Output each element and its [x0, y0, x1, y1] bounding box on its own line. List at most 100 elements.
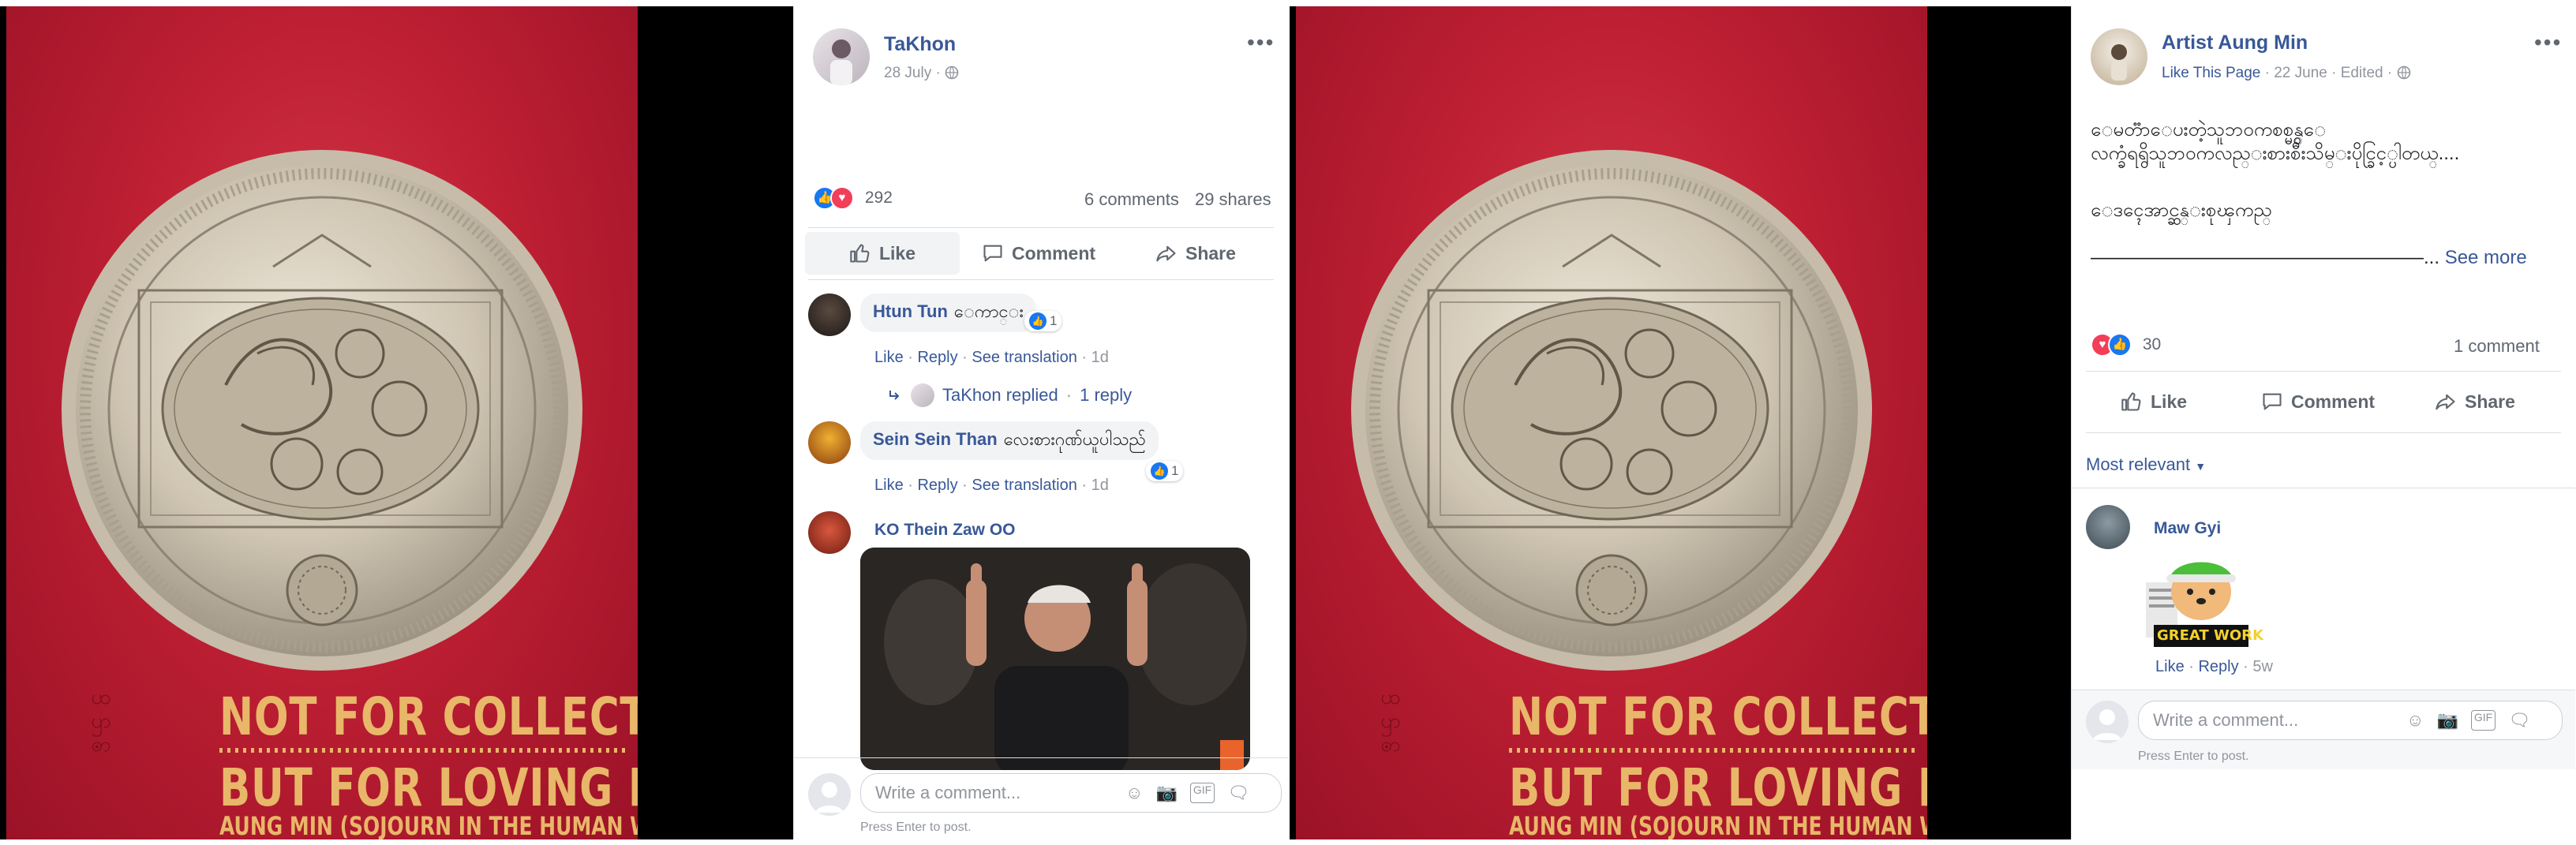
comment-button[interactable]: Comment	[2261, 383, 2375, 420]
my-avatar	[808, 773, 851, 816]
my-avatar	[2086, 701, 2129, 743]
comment-button[interactable]: Comment	[982, 235, 1095, 271]
right-panel: ꩤꩥꩦ NOT FOR COLLECTORS BUT FOR LOVING PE…	[1290, 0, 2576, 845]
shares-count[interactable]: 29 shares	[1195, 189, 1271, 209]
commenter-name[interactable]: Htun Tun	[873, 301, 948, 321]
commenter-avatar[interactable]	[808, 294, 851, 336]
comment-time[interactable]: 1d	[1091, 349, 1109, 366]
poster-line-3: AUNG MIN (SOJOURN IN THE HUMAN WORLD)	[1509, 811, 1927, 839]
share-icon	[1156, 245, 1176, 262]
post-meta: Like This Page · 22 June · Edited ·	[2162, 65, 2411, 82]
comment-like-count: 1	[1171, 463, 1179, 478]
comments-count[interactable]: 6 comments	[1084, 189, 1179, 209]
comment-like-link[interactable]: Like	[874, 477, 904, 494]
comment-bubble: Sein Sein Than လေးစားဂုဏ်ယူပါသည်	[860, 421, 1159, 460]
divider	[2086, 371, 2561, 372]
commenter-name[interactable]: KO Thein Zaw OO	[874, 521, 1016, 540]
like-label: Like	[878, 242, 916, 264]
post-date[interactable]: 28 July	[884, 65, 931, 81]
post-photo[interactable]: ꩤꩥꩦ NOT FOR COLLECTORS BUT FOR LOVING PE…	[1296, 6, 1927, 839]
like-page-link[interactable]: Like This Page	[2162, 65, 2260, 81]
meta-separator: ·	[2264, 65, 2275, 81]
see-translation-link[interactable]: See translation	[972, 349, 1076, 366]
sticker-icon[interactable]: 🗨	[2508, 710, 2530, 731]
author-name[interactable]: Artist Aung Min	[2162, 32, 2308, 54]
composer-hint: Press Enter to post.	[2138, 750, 2249, 763]
share-icon	[2436, 394, 2455, 410]
globe-icon	[2397, 65, 2410, 80]
reaction-summary[interactable]: ♥ 👍 30	[2091, 333, 2161, 357]
author-avatar[interactable]	[2091, 28, 2147, 85]
sticker-icon[interactable]: 🗨	[1227, 783, 1249, 803]
replied-label: TaKhon replied	[942, 385, 1058, 405]
comment-gif[interactable]	[860, 548, 1250, 770]
reply-separator: ·	[1065, 385, 1073, 405]
reply-count: 1 reply	[1080, 385, 1133, 405]
author-avatar[interactable]	[813, 28, 870, 85]
emoji-icon[interactable]: ☺	[1125, 783, 1143, 803]
comment-reply-link[interactable]: Reply	[2198, 658, 2238, 675]
caret-down-icon: ▼	[2195, 460, 2207, 473]
more-icon[interactable]: •••	[1247, 30, 1275, 55]
author-name[interactable]: TaKhon	[884, 33, 956, 56]
comment-reactions[interactable]: 👍 1	[1146, 461, 1184, 481]
comment-reply-link[interactable]: Reply	[917, 477, 957, 494]
comment-time[interactable]: 1d	[1091, 477, 1109, 494]
gif-icon[interactable]: GIF	[1189, 783, 1215, 803]
globe-icon	[945, 65, 959, 80]
more-icon[interactable]: •••	[2534, 30, 2562, 55]
commenter-avatar[interactable]	[808, 421, 851, 464]
post-date[interactable]: 22 June	[2274, 65, 2327, 81]
comment-icon	[2263, 393, 2282, 410]
comment-reactions[interactable]: 👍 1	[1024, 311, 1062, 331]
poster-side-mark: ꩤꩥꩦ	[91, 685, 111, 756]
share-button[interactable]: Share	[1155, 235, 1236, 271]
replies-summary[interactable]: TaKhon replied · 1 reply	[887, 383, 1132, 407]
meta-separator: ·	[935, 65, 945, 81]
comment-text: လေးစားဂုဏ်ယူပါသည်	[1003, 429, 1146, 449]
sort-dropdown[interactable]: Most relevant ▼	[2086, 454, 2206, 475]
photo-viewer: ꩤꩥꩦ NOT FOR COLLECTORS BUT FOR LOVING PE…	[0, 6, 793, 839]
comment-reply-link[interactable]: Reply	[917, 349, 957, 366]
comments-count[interactable]: 1 comment	[2454, 336, 2540, 356]
see-translation-link[interactable]: See translation	[972, 477, 1076, 494]
like-icon	[850, 244, 870, 263]
like-button[interactable]: Like	[2121, 383, 2187, 420]
great-work-sticker[interactable]: GREAT WORK	[2138, 543, 2263, 653]
share-button[interactable]: Share	[2435, 383, 2515, 420]
emoji-icon[interactable]: ☺	[2406, 710, 2424, 731]
comment-bubble: Htun Tunေကာင္း	[860, 294, 1036, 332]
commenter-name[interactable]: Sein Sein Than	[873, 429, 998, 449]
camera-icon[interactable]: 📷	[1155, 783, 1177, 803]
comment-time[interactable]: 5w	[2252, 658, 2273, 675]
poster-dotted-rule	[219, 748, 630, 753]
gif-icon[interactable]: GIF	[2470, 710, 2496, 731]
composer-tools: ☺ 📷 GIF 🗨	[2406, 710, 2530, 731]
commenter-avatar[interactable]	[808, 511, 851, 554]
reaction-summary[interactable]: 👍 ♥ 292	[813, 186, 893, 210]
comment-label: Comment	[1012, 242, 1096, 264]
see-more-link[interactable]: See more	[2445, 247, 2527, 268]
edited-label[interactable]: Edited	[2341, 65, 2383, 81]
post-photo[interactable]: ꩤꩥꩦ NOT FOR COLLECTORS BUT FOR LOVING PE…	[6, 6, 638, 839]
commenter-name[interactable]: Maw Gyi	[2154, 519, 2221, 538]
like-button[interactable]: Like	[805, 232, 960, 275]
rule-text: ————————————————————————————	[2091, 247, 2424, 268]
poster-line-3: AUNG MIN (SOJOURN IN THE HUMAN WORLD)	[219, 811, 638, 839]
comment-like-count: 1	[1050, 313, 1058, 328]
like-label: Like	[2151, 391, 2188, 412]
post-body-line: ေမတၱာေပးတဲ့သူဘ၀ကစစ္မွန္ေ	[2091, 119, 2327, 140]
left-panel: ꩤꩥꩦ NOT FOR COLLECTORS BUT FOR LOVING PE…	[0, 0, 1290, 845]
comment-input-placeholder: Write a comment...	[875, 783, 1021, 802]
commenter-avatar[interactable]	[2086, 505, 2130, 549]
comment-actions: Like · Reply · See translation · 1d	[874, 477, 1109, 494]
post-body-line: လက္ခံရရွိသူဘ၀ကလည္းစားစီးသိမ္းပိုင္ခြင့္ပ…	[2091, 143, 2460, 164]
post-body-rule: ————————————————————————————... See more	[2091, 246, 2527, 270]
camera-icon[interactable]: 📷	[2436, 710, 2458, 731]
comment-like-link[interactable]: Like	[2155, 658, 2185, 675]
comment-actions: Like · Reply · See translation · 1d	[874, 349, 1109, 366]
composer-tools: ☺ 📷 GIF 🗨	[1125, 783, 1249, 803]
like-icon	[2121, 392, 2141, 411]
like-reaction-icon: 👍	[2108, 333, 2132, 357]
comment-like-link[interactable]: Like	[874, 349, 904, 366]
